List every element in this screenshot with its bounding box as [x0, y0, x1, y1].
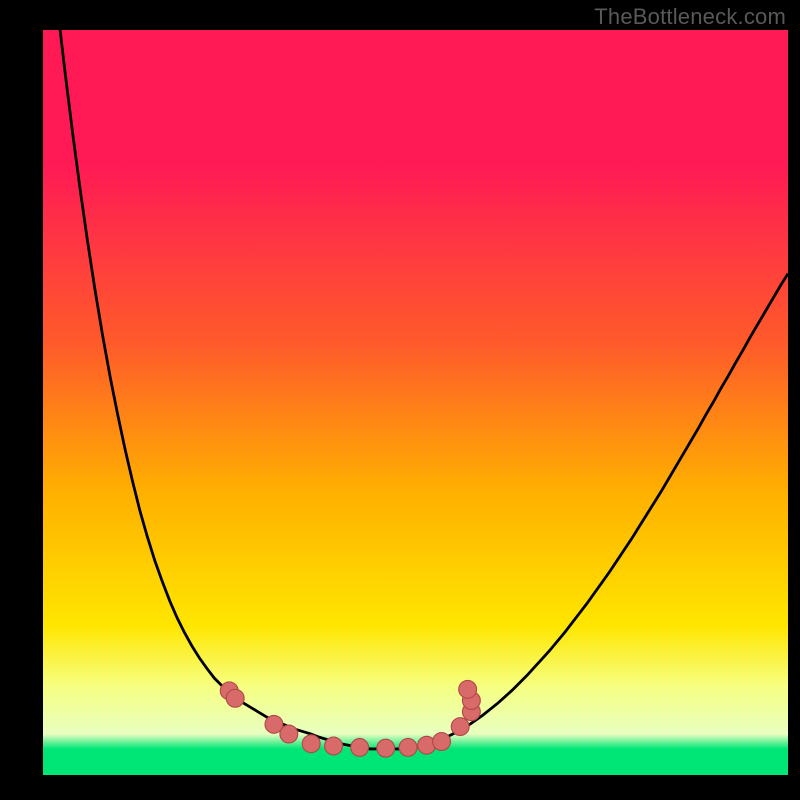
watermark-text: TheBottleneck.com [594, 4, 786, 30]
data-marker [302, 735, 320, 753]
gradient-background [43, 30, 788, 775]
data-marker [433, 733, 451, 751]
data-marker [459, 680, 477, 698]
data-marker [399, 738, 417, 756]
data-marker [351, 738, 369, 756]
data-marker [226, 689, 244, 707]
data-marker [280, 725, 298, 743]
data-marker [325, 737, 343, 755]
data-marker [377, 739, 395, 757]
plot-area [43, 30, 788, 775]
data-marker [451, 718, 469, 736]
bottleneck-chart [43, 30, 788, 775]
chart-container: TheBottleneck.com [0, 0, 800, 800]
